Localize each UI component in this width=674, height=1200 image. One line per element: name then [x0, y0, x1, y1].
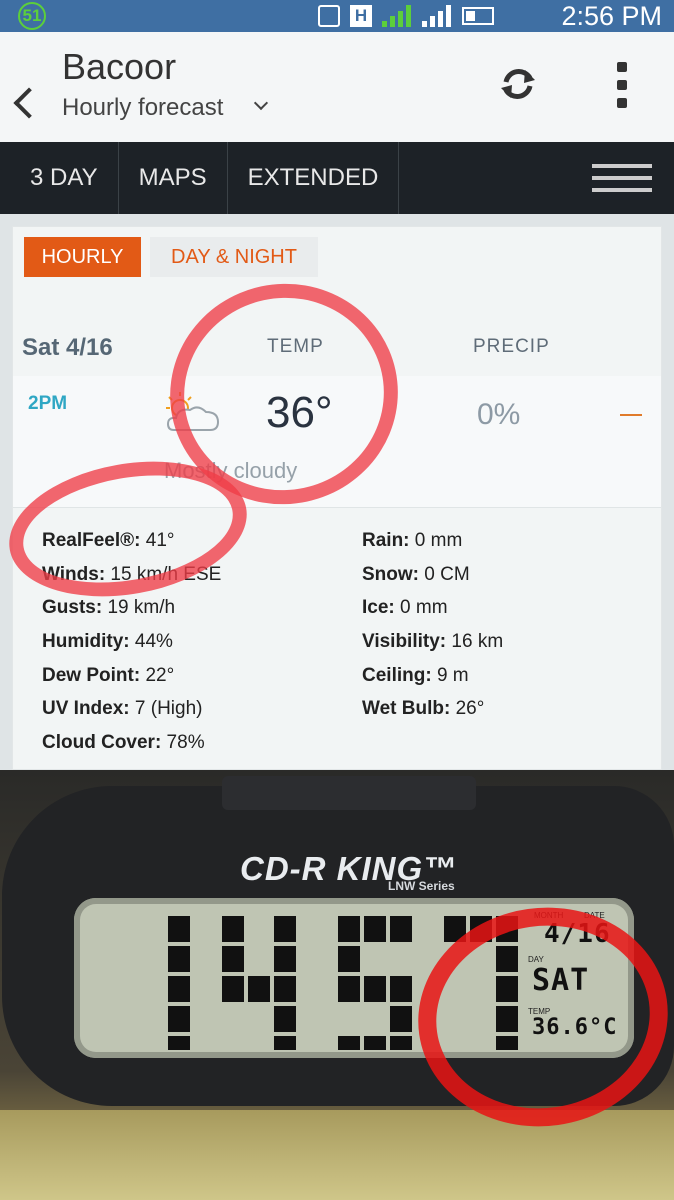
- clock-time: 2:56 PM: [561, 1, 662, 31]
- signal-2-icon: [422, 5, 452, 27]
- precip-value: 0%: [477, 398, 521, 431]
- detail-ice: Ice: 0 mm: [362, 597, 448, 618]
- detail-cloud-cover: Cloud Cover: 78%: [42, 732, 205, 753]
- lcd-digit-segment: [248, 976, 270, 1002]
- lcd-digit-segment: [338, 916, 360, 942]
- notification-count-badge: 51: [18, 2, 46, 30]
- detail-dew-point: Dew Point: 22°: [42, 665, 175, 686]
- refresh-icon[interactable]: [498, 64, 538, 104]
- hour-label: 2PM: [28, 393, 68, 414]
- menu-icon[interactable]: [592, 164, 652, 192]
- detail-uv-index: UV Index: 7 (High): [42, 698, 203, 719]
- chevron-down-icon[interactable]: [253, 95, 269, 111]
- nav-bar: 3 DAY MAPS EXTENDED: [0, 142, 674, 214]
- lcd-digit-segment: [168, 976, 190, 1002]
- lcd-digit-segment: [274, 976, 296, 1002]
- tab-extended[interactable]: EXTENDED: [228, 142, 400, 214]
- lcd-digit-segment: [390, 916, 412, 942]
- expand-toggle-icon[interactable]: [620, 414, 642, 416]
- view-selector[interactable]: Hourly forecast: [62, 94, 223, 122]
- tab-3-day[interactable]: 3 DAY: [0, 142, 119, 214]
- vibrate-icon: [318, 5, 340, 27]
- lcd-digit-segment: [274, 946, 296, 972]
- detail-snow: Snow: 0 CM: [362, 564, 470, 585]
- lcd-digit-segment: [168, 1036, 190, 1050]
- status-bar: 51 H 2:56 PM: [0, 0, 674, 32]
- lcd-digit-segment: [364, 1036, 386, 1050]
- clock-series: LNW Series: [388, 879, 455, 893]
- lcd-digit-segment: [274, 916, 296, 942]
- lcd-digit-segment: [390, 976, 412, 1002]
- precip-column-header: PRECIP: [473, 336, 550, 357]
- lcd-digit-segment: [364, 976, 386, 1002]
- lcd-digit-segment: [390, 1036, 412, 1050]
- lcd-digit-segment: [222, 916, 244, 942]
- battery-icon: [462, 7, 494, 25]
- lcd-digit-segment: [338, 946, 360, 972]
- location-title: Bacoor: [62, 46, 177, 87]
- signal-icon: [382, 5, 412, 27]
- detail-humidity: Humidity: 44%: [42, 631, 173, 652]
- tab-maps[interactable]: MAPS: [119, 142, 228, 214]
- lcd-digit-segment: [274, 1036, 296, 1050]
- lcd-digit-segment: [222, 976, 244, 1002]
- detail-rain: Rain: 0 mm: [362, 530, 463, 551]
- lcd-digit-segment: [222, 946, 244, 972]
- lcd-digit-segment: [390, 1006, 412, 1032]
- lcd-digit-segment: [338, 976, 360, 1002]
- lcd-digit-segment: [168, 1006, 190, 1032]
- app-header: Bacoor Hourly forecast: [0, 32, 674, 142]
- lcd-digit-segment: [364, 916, 386, 942]
- detail-ceiling: Ceiling: 9 m: [362, 665, 469, 686]
- more-options-icon[interactable]: [612, 62, 632, 108]
- tab-hourly[interactable]: HOURLY: [24, 237, 141, 277]
- lcd-digit-segment: [338, 1036, 360, 1050]
- lcd-digit-segment: [168, 916, 190, 942]
- detail-wet-bulb: Wet Bulb: 26°: [362, 698, 485, 719]
- snooze-button: [222, 776, 476, 810]
- detail-gusts: Gusts: 19 km/h: [42, 597, 176, 618]
- tab-day-night[interactable]: DAY & NIGHT: [150, 237, 318, 277]
- lcd-digit-segment: [274, 1006, 296, 1032]
- detail-visibility: Visibility: 16 km: [362, 631, 504, 652]
- lcd-digit-segment: [168, 946, 190, 972]
- back-arrow-icon[interactable]: [13, 87, 45, 119]
- forecast-date: Sat 4/16: [22, 334, 113, 361]
- network-h-icon: H: [350, 5, 372, 27]
